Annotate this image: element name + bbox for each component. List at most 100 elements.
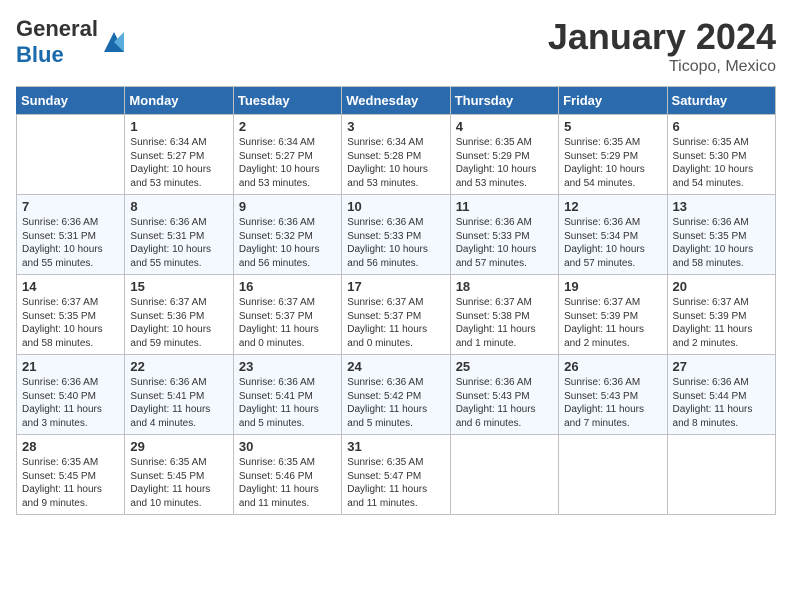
weekday-header-monday: Monday [125, 87, 233, 115]
calendar-cell: 11Sunrise: 6:36 AM Sunset: 5:33 PM Dayli… [450, 195, 558, 275]
day-number: 21 [22, 359, 119, 374]
day-info: Sunrise: 6:36 AM Sunset: 5:31 PM Dayligh… [130, 216, 227, 270]
logo-icon [100, 28, 128, 56]
calendar-cell: 25Sunrise: 6:36 AM Sunset: 5:43 PM Dayli… [450, 355, 558, 435]
day-number: 10 [347, 199, 444, 214]
day-number: 8 [130, 199, 227, 214]
logo-general: General [16, 16, 98, 41]
day-info: Sunrise: 6:37 AM Sunset: 5:39 PM Dayligh… [564, 296, 661, 350]
day-info: Sunrise: 6:36 AM Sunset: 5:41 PM Dayligh… [239, 376, 336, 430]
calendar-cell: 16 Sunrise: 6:37 AM Sunset: 5:37 PM Dayli… [233, 275, 341, 355]
title-block: January 2024 Ticopo, Mexico [548, 16, 776, 76]
calendar-cell: 9 Sunrise: 6:36 AM Sunset: 5:32 PM Daylig… [233, 195, 341, 275]
day-info: Sunrise: 6:34 AM Sunset: 5:28 PM Dayligh… [347, 136, 444, 190]
month-title: January 2024 [548, 16, 776, 58]
calendar-cell: 12Sunrise: 6:36 AM Sunset: 5:34 PM Dayli… [559, 195, 667, 275]
day-info: Sunrise: 6:37 AM Sunset: 5:37 PM Dayligh… [239, 296, 336, 350]
day-number: 20 [673, 279, 770, 294]
weekday-header-friday: Friday [559, 87, 667, 115]
logo: General Blue [16, 16, 128, 68]
day-info: Sunrise: 6:36 AM Sunset: 5:31 PM Dayligh… [22, 216, 119, 270]
day-info: Sunrise: 6:37 AM Sunset: 5:39 PM Dayligh… [673, 296, 770, 350]
day-number: 9 [239, 199, 336, 214]
day-number: 19 [564, 279, 661, 294]
day-number: 17 [347, 279, 444, 294]
day-info: Sunrise: 6:36 AM Sunset: 5:34 PM Dayligh… [564, 216, 661, 270]
day-info: Sunrise: 6:36 AM Sunset: 5:32 PM Dayligh… [239, 216, 336, 270]
day-info: Sunrise: 6:37 AM Sunset: 5:38 PM Dayligh… [456, 296, 553, 350]
day-number: 28 [22, 439, 119, 454]
day-info: Sunrise: 6:35 AM Sunset: 5:30 PM Dayligh… [673, 136, 770, 190]
day-info: Sunrise: 6:36 AM Sunset: 5:35 PM Dayligh… [673, 216, 770, 270]
day-info: Sunrise: 6:34 AM Sunset: 5:27 PM Dayligh… [130, 136, 227, 190]
calendar-cell: 6 Sunrise: 6:35 AM Sunset: 5:30 PM Daylig… [667, 115, 775, 195]
day-info: Sunrise: 6:36 AM Sunset: 5:41 PM Dayligh… [130, 376, 227, 430]
day-info: Sunrise: 6:35 AM Sunset: 5:29 PM Dayligh… [564, 136, 661, 190]
logo-text: General Blue [16, 16, 98, 68]
calendar-week-3: 14 Sunrise: 6:37 AM Sunset: 5:35 PM Dayli… [17, 275, 776, 355]
calendar-cell: 14 Sunrise: 6:37 AM Sunset: 5:35 PM Dayli… [17, 275, 125, 355]
calendar-table: SundayMondayTuesdayWednesdayThursdayFrid… [16, 86, 776, 515]
day-number: 18 [456, 279, 553, 294]
calendar-cell: 5Sunrise: 6:35 AM Sunset: 5:29 PM Daylig… [559, 115, 667, 195]
calendar-cell: 19 Sunrise: 6:37 AM Sunset: 5:39 PM Dayli… [559, 275, 667, 355]
page-header: General Blue January 2024 Ticopo, Mexico [16, 16, 776, 76]
calendar-cell: 17 Sunrise: 6:37 AM Sunset: 5:37 PM Dayli… [342, 275, 450, 355]
day-number: 3 [347, 119, 444, 134]
calendar-cell: 15 Sunrise: 6:37 AM Sunset: 5:36 PM Dayli… [125, 275, 233, 355]
calendar-cell: 2Sunrise: 6:34 AM Sunset: 5:27 PM Daylig… [233, 115, 341, 195]
day-number: 1 [130, 119, 227, 134]
calendar-cell: 13 Sunrise: 6:36 AM Sunset: 5:35 PM Dayli… [667, 195, 775, 275]
calendar-cell: 29 Sunrise: 6:35 AM Sunset: 5:45 PM Dayli… [125, 435, 233, 515]
day-info: Sunrise: 6:36 AM Sunset: 5:44 PM Dayligh… [673, 376, 770, 430]
day-info: Sunrise: 6:36 AM Sunset: 5:33 PM Dayligh… [347, 216, 444, 270]
day-info: Sunrise: 6:37 AM Sunset: 5:37 PM Dayligh… [347, 296, 444, 350]
day-number: 30 [239, 439, 336, 454]
day-number: 16 [239, 279, 336, 294]
location-title: Ticopo, Mexico [548, 58, 776, 76]
day-info: Sunrise: 6:37 AM Sunset: 5:36 PM Dayligh… [130, 296, 227, 350]
calendar-cell: 20 Sunrise: 6:37 AM Sunset: 5:39 PM Dayli… [667, 275, 775, 355]
day-info: Sunrise: 6:35 AM Sunset: 5:45 PM Dayligh… [130, 456, 227, 510]
calendar-cell: 21 Sunrise: 6:36 AM Sunset: 5:40 PM Dayli… [17, 355, 125, 435]
calendar-cell: 27 Sunrise: 6:36 AM Sunset: 5:44 PM Dayli… [667, 355, 775, 435]
day-number: 25 [456, 359, 553, 374]
day-info: Sunrise: 6:36 AM Sunset: 5:40 PM Dayligh… [22, 376, 119, 430]
calendar-cell: 10 Sunrise: 6:36 AM Sunset: 5:33 PM Dayli… [342, 195, 450, 275]
day-info: Sunrise: 6:35 AM Sunset: 5:29 PM Dayligh… [456, 136, 553, 190]
day-number: 6 [673, 119, 770, 134]
calendar-cell: 23 Sunrise: 6:36 AM Sunset: 5:41 PM Dayli… [233, 355, 341, 435]
calendar-cell: 18 Sunrise: 6:37 AM Sunset: 5:38 PM Dayli… [450, 275, 558, 355]
calendar-cell: 30Sunrise: 6:35 AM Sunset: 5:46 PM Dayli… [233, 435, 341, 515]
day-number: 23 [239, 359, 336, 374]
day-number: 13 [673, 199, 770, 214]
weekday-header-saturday: Saturday [667, 87, 775, 115]
day-info: Sunrise: 6:35 AM Sunset: 5:47 PM Dayligh… [347, 456, 444, 510]
calendar-cell: 24 Sunrise: 6:36 AM Sunset: 5:42 PM Dayli… [342, 355, 450, 435]
calendar-cell: 4 Sunrise: 6:35 AM Sunset: 5:29 PM Daylig… [450, 115, 558, 195]
day-info: Sunrise: 6:36 AM Sunset: 5:43 PM Dayligh… [564, 376, 661, 430]
day-info: Sunrise: 6:34 AM Sunset: 5:27 PM Dayligh… [239, 136, 336, 190]
weekday-header-row: SundayMondayTuesdayWednesdayThursdayFrid… [17, 87, 776, 115]
calendar-cell [450, 435, 558, 515]
calendar-cell: 28 Sunrise: 6:35 AM Sunset: 5:45 PM Dayli… [17, 435, 125, 515]
calendar-cell [667, 435, 775, 515]
day-info: Sunrise: 6:37 AM Sunset: 5:35 PM Dayligh… [22, 296, 119, 350]
calendar-week-4: 21 Sunrise: 6:36 AM Sunset: 5:40 PM Dayli… [17, 355, 776, 435]
day-info: Sunrise: 6:35 AM Sunset: 5:45 PM Dayligh… [22, 456, 119, 510]
calendar-week-5: 28 Sunrise: 6:35 AM Sunset: 5:45 PM Dayli… [17, 435, 776, 515]
day-number: 15 [130, 279, 227, 294]
day-number: 27 [673, 359, 770, 374]
day-number: 4 [456, 119, 553, 134]
weekday-header-tuesday: Tuesday [233, 87, 341, 115]
day-info: Sunrise: 6:36 AM Sunset: 5:42 PM Dayligh… [347, 376, 444, 430]
day-number: 31 [347, 439, 444, 454]
day-number: 22 [130, 359, 227, 374]
calendar-cell: 3 Sunrise: 6:34 AM Sunset: 5:28 PM Daylig… [342, 115, 450, 195]
day-number: 29 [130, 439, 227, 454]
day-number: 24 [347, 359, 444, 374]
weekday-header-wednesday: Wednesday [342, 87, 450, 115]
day-number: 14 [22, 279, 119, 294]
day-number: 26 [564, 359, 661, 374]
day-number: 11 [456, 199, 553, 214]
